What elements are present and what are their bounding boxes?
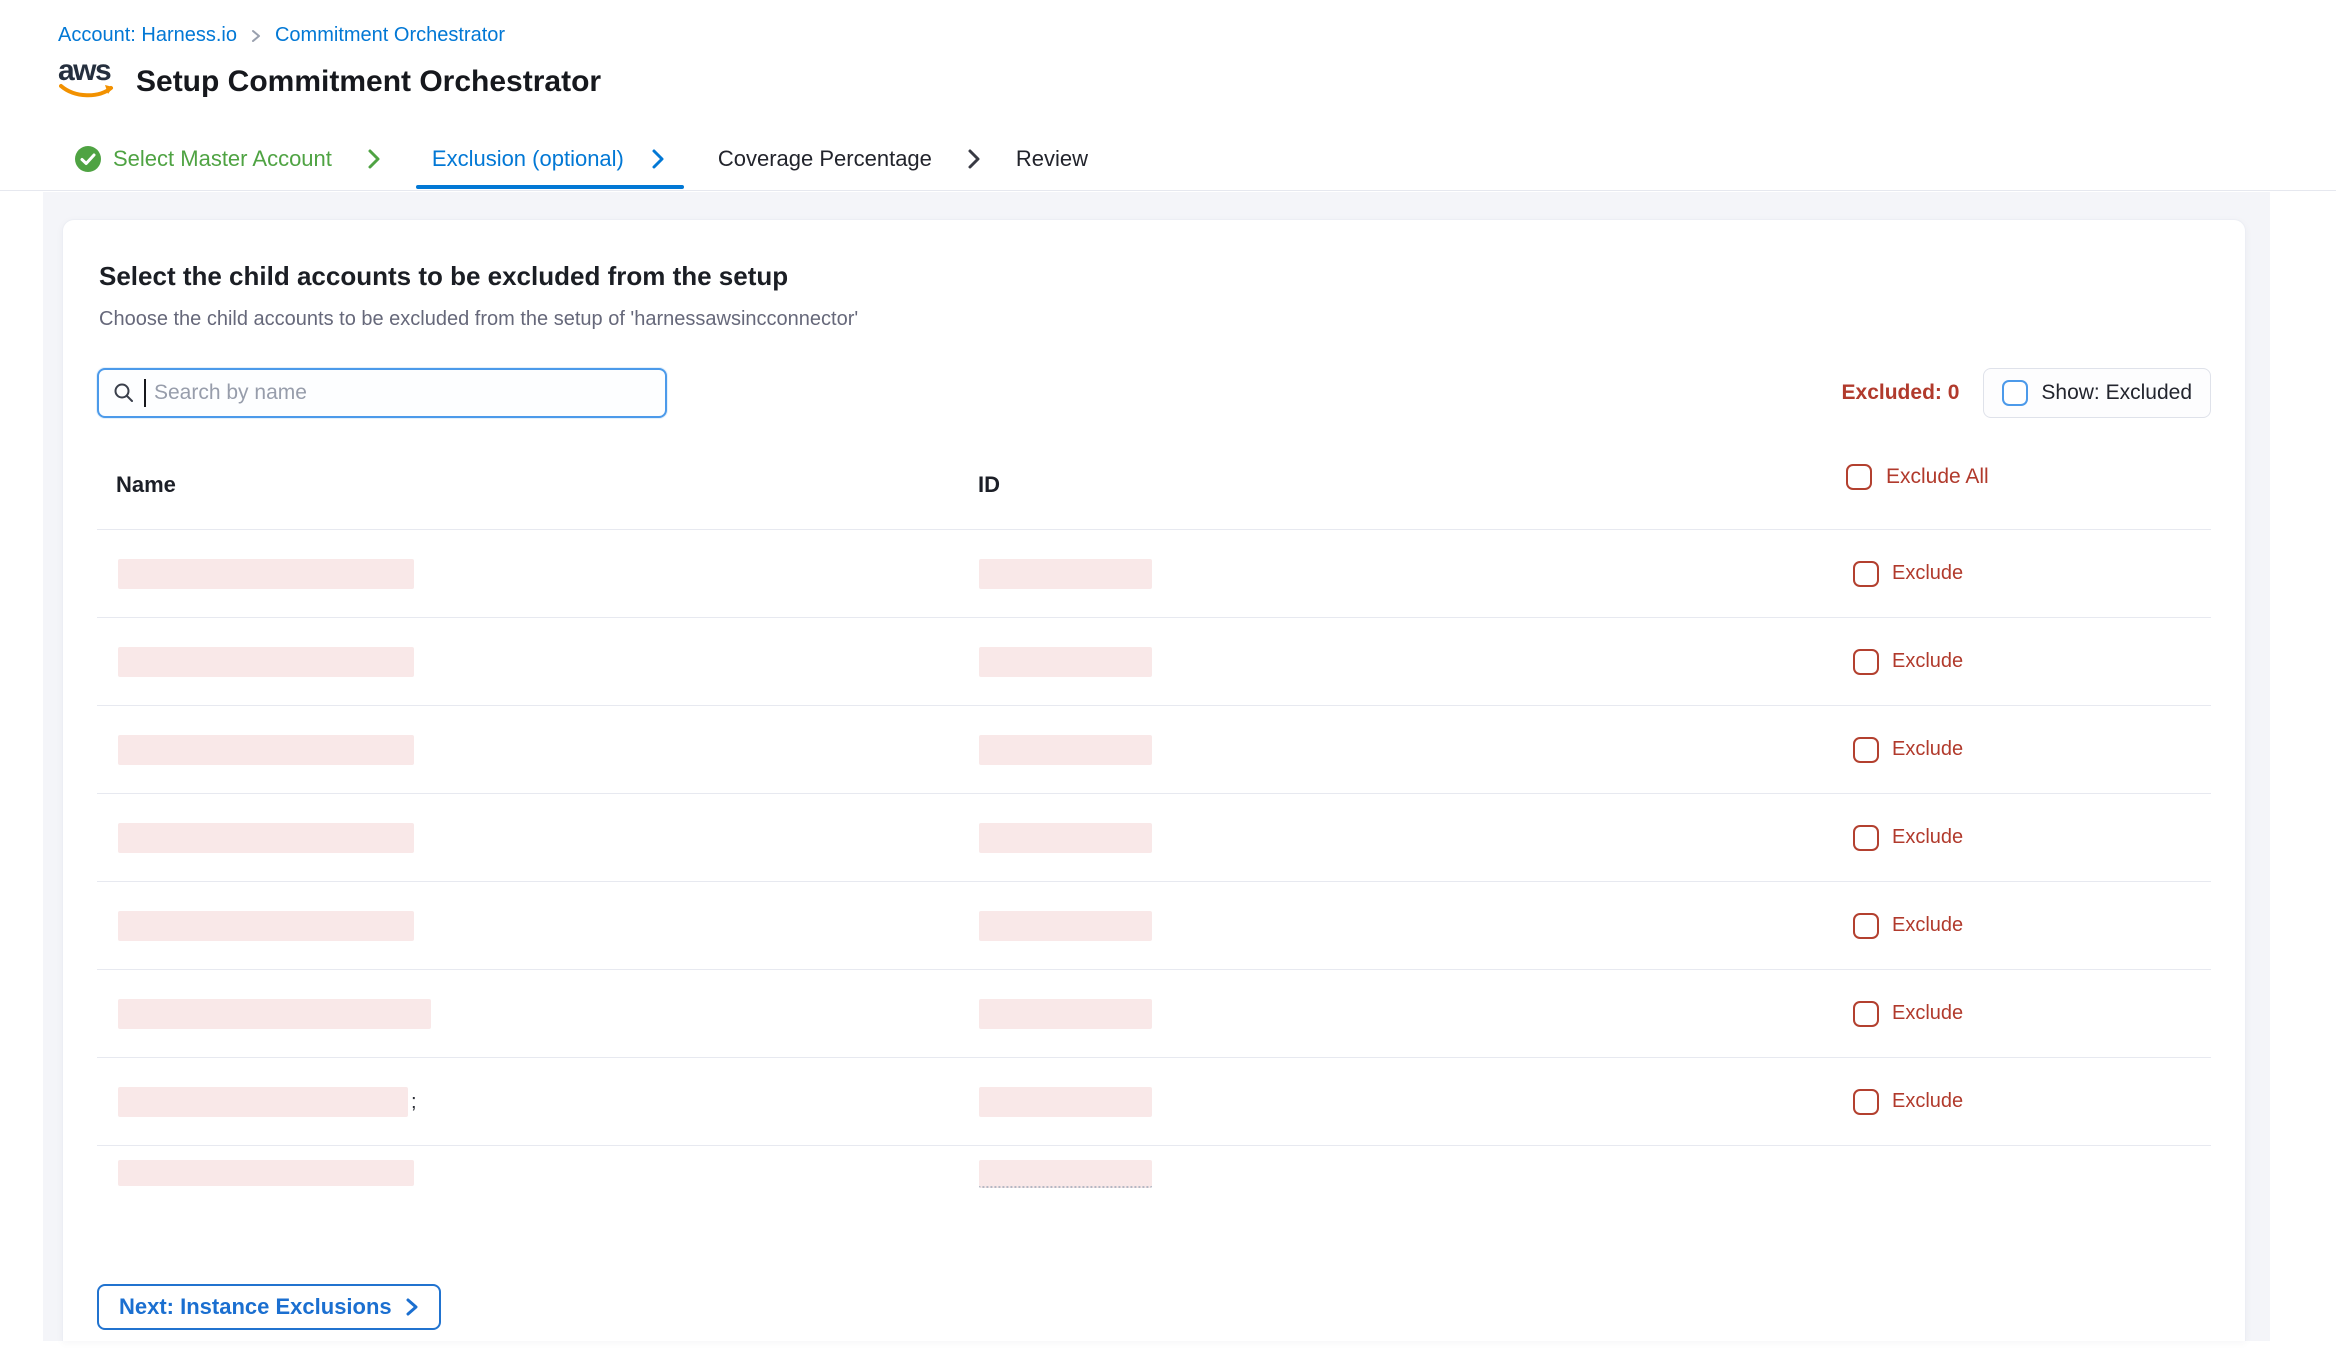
redacted-name-bar: [118, 559, 414, 589]
breadcrumb-account-link[interactable]: Account: Harness.io: [58, 24, 237, 47]
exclusion-panel: Select the child accounts to be excluded…: [62, 219, 2246, 1341]
toolbar-right: Excluded: 0 Show: Excluded: [1842, 368, 2211, 418]
breadcrumb-page-link[interactable]: Commitment Orchestrator: [275, 24, 505, 47]
exclude-all-label: Exclude All: [1886, 465, 1989, 489]
table-row: Exclude: [97, 794, 2211, 882]
column-header-name: Name: [116, 472, 176, 498]
setup-stepper: Select Master Account Exclusion (optiona…: [75, 142, 1088, 176]
panel-subtitle: Choose the child accounts to be excluded…: [99, 306, 2211, 332]
table-row: Exclude: [97, 882, 2211, 970]
row-exclude-control[interactable]: Exclude: [1853, 561, 1963, 587]
row-exclude-control[interactable]: Exclude: [1853, 825, 1963, 851]
panel-title: Select the child accounts to be excluded…: [99, 260, 2211, 292]
step-completed-check-icon: [75, 146, 101, 172]
step-label: Exclusion (optional): [432, 146, 624, 172]
show-excluded-checkbox[interactable]: [2002, 380, 2028, 406]
step-label: Select Master Account: [113, 146, 332, 172]
redacted-name-bar: [118, 647, 414, 677]
excluded-count-badge: Excluded: 0: [1842, 381, 1960, 405]
redacted-id-bar: [979, 1087, 1152, 1117]
table-row: Exclude: [97, 970, 2211, 1058]
show-excluded-toggle[interactable]: Show: Excluded: [1983, 368, 2211, 418]
accounts-table-scroll-area[interactable]: Exclude Exclude Exclude: [97, 530, 2211, 1188]
step-exclusion-tab-active[interactable]: Exclusion (optional): [416, 146, 684, 172]
step-label: Review: [1016, 146, 1088, 172]
text-caret: [144, 379, 146, 407]
table-row: Exclude: [97, 706, 2211, 794]
search-input[interactable]: [154, 381, 652, 405]
breadcrumb: Account: Harness.io Commitment Orchestra…: [58, 24, 505, 47]
exclude-checkbox[interactable]: [1853, 649, 1879, 675]
redacted-name-suffix: ;: [411, 1091, 417, 1114]
table-header: Name ID Exclude All: [97, 448, 2211, 530]
table-row: ; Exclude: [97, 1058, 2211, 1146]
step-label: Coverage Percentage: [718, 146, 932, 172]
row-exclude-control[interactable]: Exclude: [1853, 649, 1963, 675]
exclude-label: Exclude: [1892, 650, 1963, 673]
exclude-label: Exclude: [1892, 562, 1963, 585]
column-header-id: ID: [978, 472, 1000, 498]
search-box[interactable]: [97, 368, 667, 418]
step-chevron-icon: [966, 147, 982, 171]
step-coverage-percentage[interactable]: Coverage Percentage: [718, 146, 932, 172]
exclude-label: Exclude: [1892, 1090, 1963, 1113]
row-exclude-control[interactable]: Exclude: [1853, 1089, 1963, 1115]
exclude-checkbox[interactable]: [1853, 1089, 1879, 1115]
exclude-all-control[interactable]: Exclude All: [1846, 464, 1989, 490]
step-chevron-icon: [366, 147, 382, 171]
redacted-id-bar: [979, 735, 1152, 765]
exclude-all-checkbox[interactable]: [1846, 464, 1872, 490]
table-row: Exclude: [97, 530, 2211, 618]
redacted-name-bar: [118, 1087, 408, 1117]
top-header: Account: Harness.io Commitment Orchestra…: [0, 0, 2336, 191]
table-toolbar: Excluded: 0 Show: Excluded: [97, 368, 2211, 418]
exclude-checkbox[interactable]: [1853, 561, 1879, 587]
title-row: aws Setup Commitment Orchestrator: [58, 56, 601, 102]
exclude-checkbox[interactable]: [1853, 1001, 1879, 1027]
breadcrumb-chevron-icon: [250, 28, 262, 44]
table-row: Exclude: [97, 618, 2211, 706]
redacted-name-bar: [118, 1160, 414, 1186]
redacted-id-bar: [979, 823, 1152, 853]
step-chevron-icon: [650, 147, 666, 171]
step-select-master-account[interactable]: Select Master Account: [75, 146, 332, 172]
exclude-label: Exclude: [1892, 738, 1963, 761]
redacted-id-bar: [979, 999, 1152, 1029]
next-button-chevron-icon: [404, 1296, 419, 1318]
redacted-id-bar: [979, 1160, 1152, 1188]
redacted-name-bar: [118, 999, 431, 1029]
redacted-name-bar: [118, 823, 414, 853]
redacted-id-bar: [979, 911, 1152, 941]
table-row: Exclude: [97, 1146, 2211, 1188]
exclude-label: Exclude: [1892, 914, 1963, 937]
exclude-label: Exclude: [1892, 1002, 1963, 1025]
search-icon: [112, 381, 136, 405]
exclude-checkbox[interactable]: [1853, 737, 1879, 763]
next-button-label: Next: Instance Exclusions: [119, 1294, 392, 1320]
show-excluded-label: Show: Excluded: [2041, 381, 2192, 405]
exclude-label: Exclude: [1892, 826, 1963, 849]
exclude-checkbox[interactable]: [1853, 913, 1879, 939]
row-exclude-control[interactable]: Exclude: [1853, 1001, 1963, 1027]
aws-logo: aws: [58, 56, 118, 102]
step-review[interactable]: Review: [1016, 146, 1088, 172]
row-exclude-control[interactable]: Exclude: [1853, 913, 1963, 939]
page-title: Setup Commitment Orchestrator: [136, 62, 601, 102]
redacted-name-bar: [118, 735, 414, 765]
screen: Account: Harness.io Commitment Orchestra…: [0, 0, 2336, 1362]
aws-smile-icon: [59, 83, 117, 101]
redacted-id-bar: [979, 647, 1152, 677]
redacted-id-bar: [979, 559, 1152, 589]
row-exclude-control[interactable]: Exclude: [1853, 737, 1963, 763]
next-button[interactable]: Next: Instance Exclusions: [97, 1284, 441, 1330]
redacted-name-bar: [118, 911, 414, 941]
exclude-checkbox[interactable]: [1853, 825, 1879, 851]
